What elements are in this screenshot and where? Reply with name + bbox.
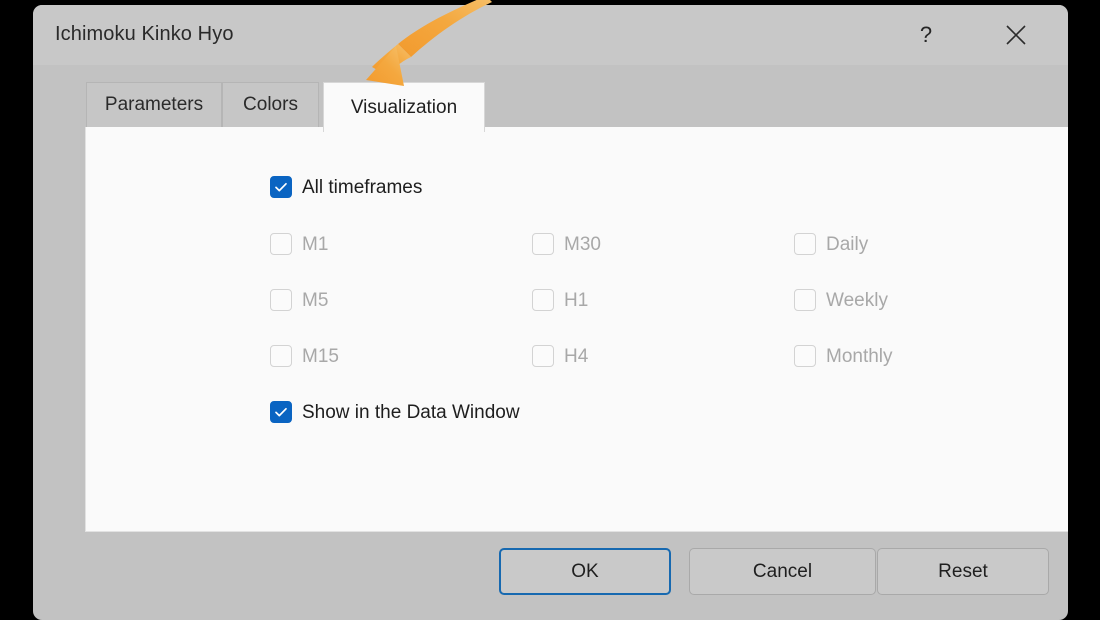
help-button[interactable]: ? [903, 13, 949, 57]
cancel-button-label: Cancel [752, 560, 813, 582]
checkbox-label-all-timeframes: All timeframes [302, 176, 423, 198]
checkbox-label-h4: H4 [564, 345, 589, 367]
checkbox-label-m15: M15 [302, 345, 339, 367]
checkbox-row-monthly[interactable]: Monthly [794, 345, 893, 367]
reset-button-label: Reset [938, 560, 988, 582]
checkbox-monthly[interactable] [794, 345, 816, 367]
dialog-footer: OK Cancel Reset [33, 532, 1068, 620]
ok-button-label: OK [571, 560, 599, 582]
ok-button[interactable]: OK [499, 548, 671, 595]
cancel-button[interactable]: Cancel [689, 548, 876, 595]
close-icon [1006, 25, 1026, 45]
checkbox-show-in-data-window[interactable] [270, 401, 292, 423]
tab-parameters[interactable]: Parameters [86, 82, 222, 127]
checkbox-label-show-in-data-window: Show in the Data Window [302, 401, 520, 423]
checkbox-weekly[interactable] [794, 289, 816, 311]
visualization-panel: All timeframes M1 M5 M15 M30 H1 H4 Daily… [85, 127, 1068, 532]
reset-button[interactable]: Reset [877, 548, 1049, 595]
checkbox-m1[interactable] [270, 233, 292, 255]
question-mark-icon: ? [919, 22, 933, 47]
checkbox-h4[interactable] [532, 345, 554, 367]
checkbox-m5[interactable] [270, 289, 292, 311]
close-button[interactable] [993, 13, 1039, 57]
tab-colors[interactable]: Colors [222, 82, 319, 127]
checkbox-all-timeframes[interactable] [270, 176, 292, 198]
checkbox-row-m5[interactable]: M5 [270, 289, 328, 311]
checkbox-label-monthly: Monthly [826, 345, 893, 367]
checkbox-label-m5: M5 [302, 289, 329, 311]
checkbox-row-m15[interactable]: M15 [270, 345, 339, 367]
checkbox-label-m1: M1 [302, 233, 329, 255]
checkbox-row-h1[interactable]: H1 [532, 289, 588, 311]
tab-visualization[interactable]: Visualization [323, 82, 485, 132]
checkbox-label-h1: H1 [564, 289, 589, 311]
tab-colors-label: Colors [243, 94, 298, 115]
checkbox-row-weekly[interactable]: Weekly [794, 289, 888, 311]
checkbox-daily[interactable] [794, 233, 816, 255]
checkbox-row-all-timeframes[interactable]: All timeframes [270, 176, 422, 198]
dialog-titlebar: Ichimoku Kinko Hyo ? [33, 5, 1068, 65]
checkbox-row-daily[interactable]: Daily [794, 233, 868, 255]
checkbox-row-m30[interactable]: M30 [532, 233, 601, 255]
checkbox-label-m30: M30 [564, 233, 601, 255]
dialog-title: Ichimoku Kinko Hyo [55, 23, 234, 45]
checkmark-icon [275, 182, 287, 192]
checkbox-row-m1[interactable]: M1 [270, 233, 328, 255]
checkbox-label-weekly: Weekly [826, 289, 888, 311]
tab-strip: Parameters Colors Visualization [52, 77, 1066, 132]
checkbox-row-h4[interactable]: H4 [532, 345, 588, 367]
checkbox-h1[interactable] [532, 289, 554, 311]
checkbox-m30[interactable] [532, 233, 554, 255]
ichimoku-settings-dialog: Ichimoku Kinko Hyo ? Parameters Colors V… [33, 5, 1068, 620]
checkmark-icon [275, 407, 287, 417]
checkbox-label-daily: Daily [826, 233, 869, 255]
tab-parameters-label: Parameters [104, 94, 204, 115]
tab-visualization-label: Visualization [350, 96, 458, 118]
checkbox-row-show-in-data-window[interactable]: Show in the Data Window [270, 401, 520, 423]
checkbox-m15[interactable] [270, 345, 292, 367]
